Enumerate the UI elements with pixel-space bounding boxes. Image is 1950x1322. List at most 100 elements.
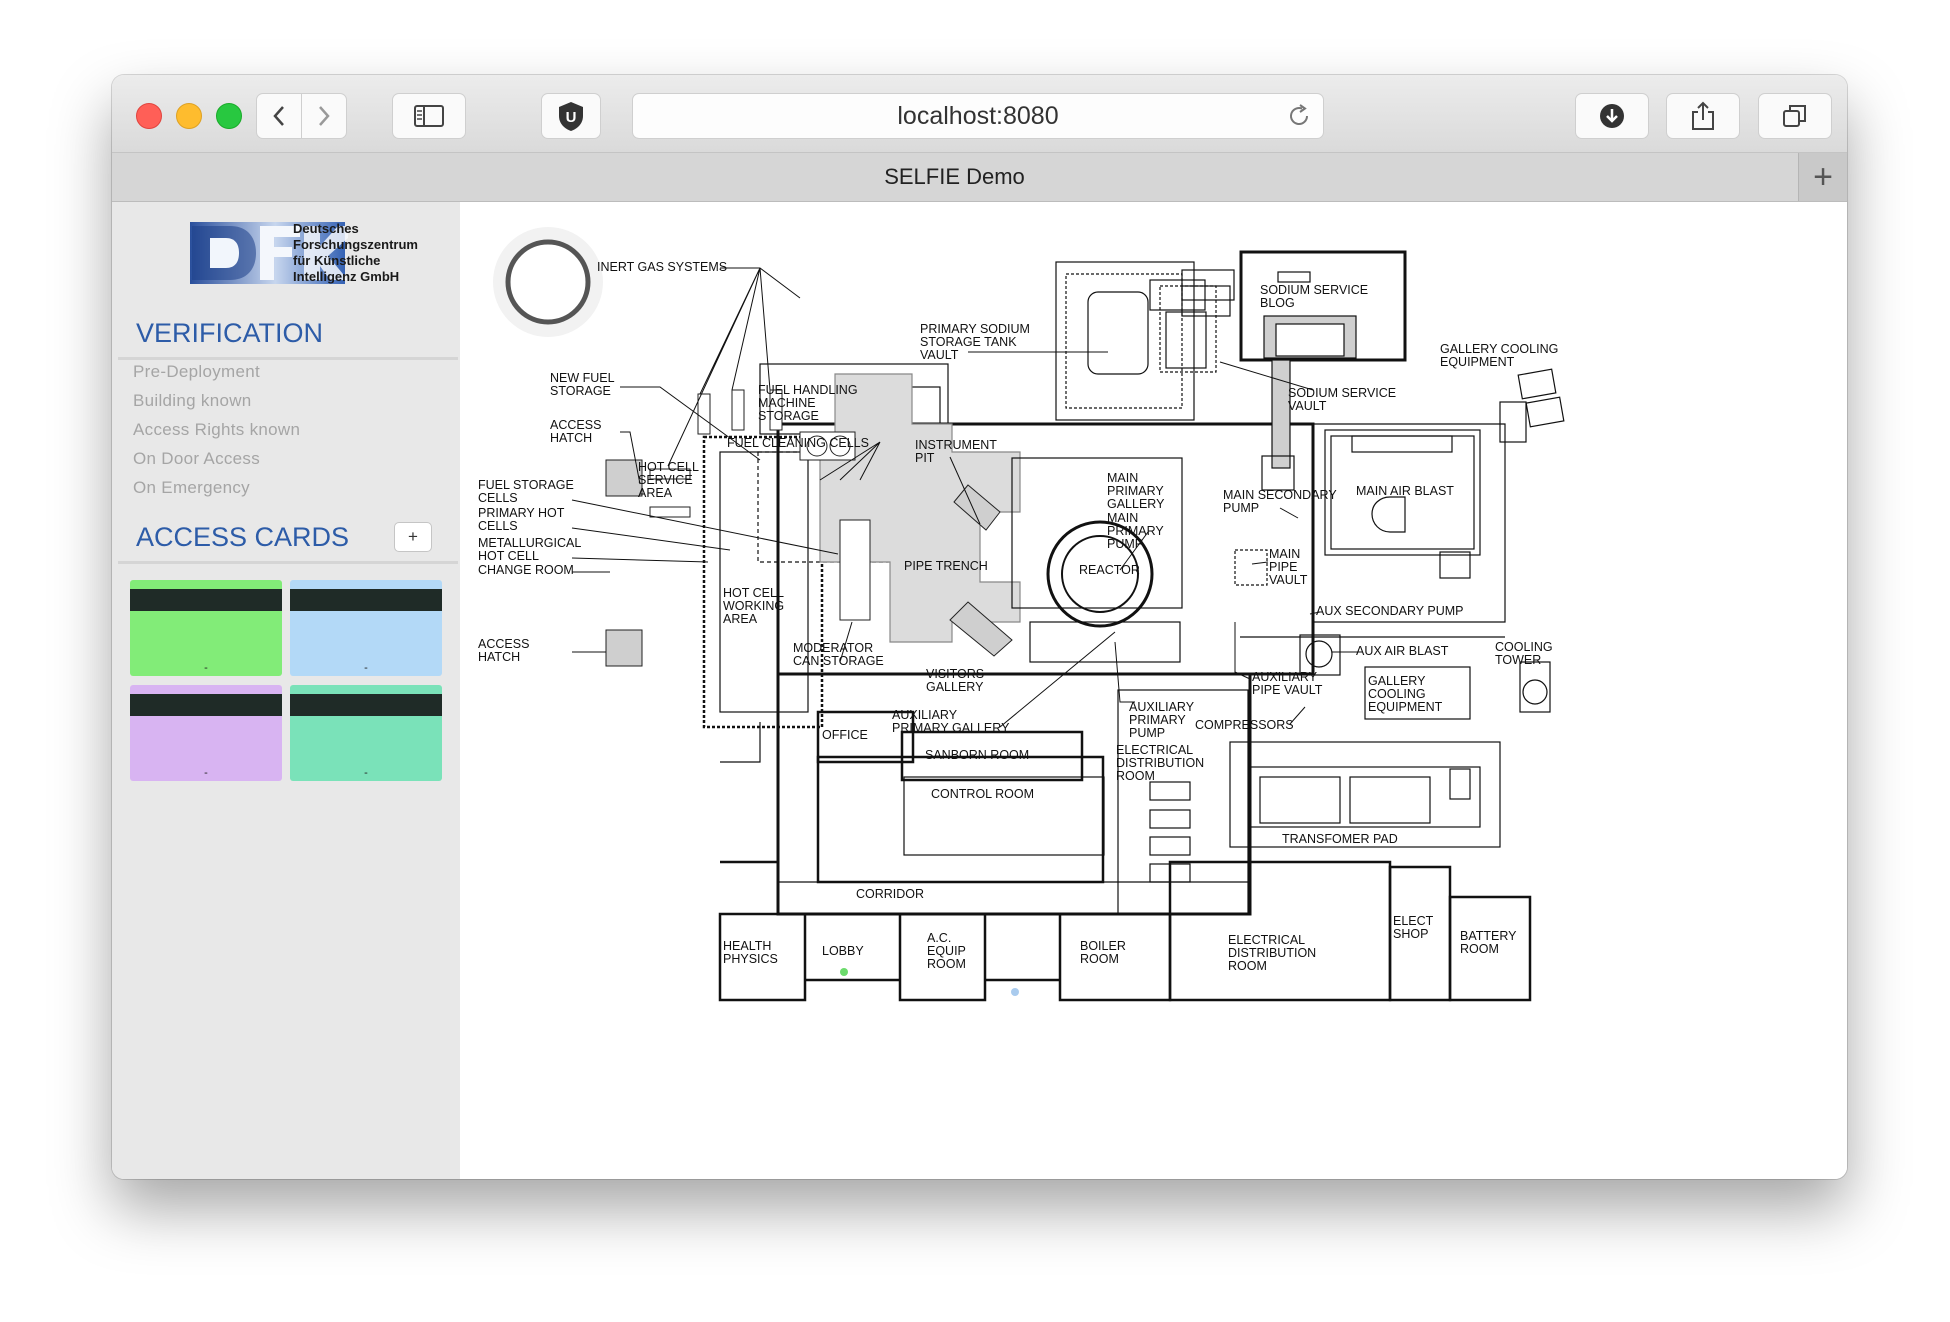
divider (118, 561, 458, 564)
access-card[interactable]: - (290, 685, 442, 781)
label-new-fuel-storage: STORAGE (550, 384, 611, 398)
label-instrument-pit: PIT (915, 451, 935, 465)
forward-button[interactable] (301, 93, 347, 139)
label-electrical-distribution-room: DISTRIBUTION (1116, 756, 1204, 770)
label-ac-equip-room: EQUIP (927, 944, 966, 958)
sidebar: Deutsches Forschungszentrum für Künstlic… (112, 202, 460, 1179)
nav-on-emergency[interactable]: On Emergency (133, 478, 250, 498)
label-electrical-distribution-room: ELECTRICAL (1116, 743, 1193, 757)
label-battery-room: ROOM (1460, 942, 1499, 956)
label-hot-cell-service-area: HOT CELL (638, 460, 699, 474)
downloads-button[interactable] (1575, 93, 1649, 139)
label-sodium-service-blog: BLOG (1260, 296, 1295, 310)
label-health-physics: PHYSICS (723, 952, 778, 966)
card-number: - (364, 662, 368, 674)
tabs-overview-button[interactable] (1758, 93, 1832, 139)
access-card[interactable]: - (130, 685, 282, 781)
label-access-hatch-lower: ACCESS (478, 637, 529, 651)
label-primary-sodium-storage: STORAGE TANK (920, 335, 1017, 349)
close-window-button[interactable] (136, 103, 162, 129)
card-number: - (204, 767, 208, 779)
label-moderator-can-storage: MODERATOR (793, 641, 873, 655)
minimize-window-button[interactable] (176, 103, 202, 129)
logo-line: Deutsches (293, 221, 359, 236)
back-button[interactable] (256, 93, 302, 139)
label-gallery-cooling-equipment-lower: GALLERY (1368, 674, 1426, 688)
label-primary-hot-cells: PRIMARY HOT (478, 506, 565, 520)
tabs-icon (1783, 105, 1806, 127)
label-main-secondary-pump: MAIN SECONDARY (1223, 488, 1337, 502)
label-ac-equip-room: A.C. (927, 931, 951, 945)
label-main-primary-pump: PRIMARY (1107, 524, 1164, 538)
label-fuel-handling-machine: FUEL HANDLING (758, 383, 858, 397)
magnetic-stripe (130, 589, 282, 611)
logo-line: für Künstliche (293, 253, 381, 268)
tab-bar: SELFIE Demo + (112, 153, 1847, 202)
label-sodium-service-vault: VAULT (1288, 399, 1327, 413)
label-fuel-handling-machine: STORAGE (758, 409, 819, 423)
sidebar-toggle-button[interactable] (392, 93, 466, 139)
reload-icon[interactable] (1285, 102, 1313, 130)
access-card[interactable]: - (290, 580, 442, 676)
verification-title: VERIFICATION (136, 318, 324, 348)
label-main-primary-pump: PUMP (1107, 537, 1143, 551)
label-pipe-trench: PIPE TRENCH (904, 559, 988, 573)
label-new-fuel-storage: NEW FUEL (550, 371, 615, 385)
label-ac-equip-room: ROOM (927, 957, 966, 971)
label-compressors: COMPRESSORS (1195, 718, 1294, 732)
label-health-physics: HEALTH (723, 939, 771, 953)
label-fuel-cleaning-cells: FUEL CLEANING CELLS (727, 436, 869, 450)
nav-access-rights-known[interactable]: Access Rights known (133, 420, 300, 440)
new-tab-button[interactable]: + (1798, 153, 1847, 201)
label-main-primary-pump: MAIN (1107, 511, 1138, 525)
access-card[interactable]: - (130, 580, 282, 676)
label-auxiliary-primary-gallery: AUXILIARY (892, 708, 958, 722)
add-card-button[interactable]: + (394, 522, 432, 552)
door-corridor-icon[interactable] (1011, 988, 1019, 996)
extension-button[interactable]: U (541, 93, 601, 139)
label-primary-sodium-storage: VAULT (920, 348, 959, 362)
shield-u-icon: U (559, 102, 583, 131)
label-inert-gas-systems: INERT GAS SYSTEMS (597, 260, 727, 274)
label-sanborn-room: SANBORN ROOM (925, 748, 1029, 762)
tab-selfie-demo[interactable]: SELFIE Demo (112, 153, 1797, 201)
label-main-primary-gallery: PRIMARY (1107, 484, 1164, 498)
label-metallurgical-hot-cell: HOT CELL (478, 549, 539, 563)
browser-toolbar: U localhost:8080 (112, 75, 1847, 153)
label-primary-hot-cells: CELLS (478, 519, 518, 533)
nav-building-known[interactable]: Building known (133, 391, 252, 411)
label-office: OFFICE (822, 728, 868, 742)
label-change-room: CHANGE ROOM (478, 563, 574, 577)
label-access-hatch: ACCESS (550, 418, 601, 432)
nav-on-door-access[interactable]: On Door Access (133, 449, 260, 469)
label-gallery-cooling-equipment-lower: EQUIPMENT (1368, 700, 1443, 714)
magnetic-stripe (290, 589, 442, 611)
label-electrical-distribution-room: ROOM (1116, 769, 1155, 783)
sidebar-icon (414, 105, 444, 127)
address-bar[interactable]: localhost:8080 (632, 93, 1324, 139)
label-boiler-room: ROOM (1080, 952, 1119, 966)
spinner-track (493, 227, 603, 337)
label-main-air-blast: MAIN AIR BLAST (1356, 484, 1454, 498)
share-button[interactable] (1666, 93, 1740, 139)
label-boiler-room: BOILER (1080, 939, 1126, 953)
label-primary-sodium-storage: PRIMARY SODIUM (920, 322, 1030, 336)
door-lobby-icon[interactable] (840, 968, 848, 976)
label-main-pipe-vault: PIPE (1269, 560, 1298, 574)
label-reactor: REACTOR (1079, 563, 1140, 577)
floorplan-view: INERT GAS SYSTEMS PRIMARY SODIUM STORAGE… (460, 202, 1847, 1179)
label-gallery-cooling-equipment: GALLERY COOLING (1440, 342, 1558, 356)
label-electrical-distribution-room-lower: DISTRIBUTION (1228, 946, 1316, 960)
label-aux-air-blast: AUX AIR BLAST (1356, 644, 1449, 658)
url-text: localhost:8080 (897, 101, 1059, 130)
label-hot-cell-working-area: HOT CELL (723, 586, 784, 600)
label-gallery-cooling-equipment-lower: COOLING (1368, 687, 1426, 701)
label-main-pipe-vault: VAULT (1269, 573, 1308, 587)
floorplan-walls (702, 250, 1565, 1002)
nav-pre-deployment[interactable]: Pre-Deployment (133, 362, 260, 382)
zoom-window-button[interactable] (216, 103, 242, 129)
label-sodium-service-blog: SODIUM SERVICE (1260, 283, 1368, 297)
label-electrical-distribution-room-lower: ELECTRICAL (1228, 933, 1305, 947)
label-cooling-tower: COOLING (1495, 640, 1553, 654)
label-aux-secondary-pump: AUX SECONDARY PUMP (1316, 604, 1464, 618)
